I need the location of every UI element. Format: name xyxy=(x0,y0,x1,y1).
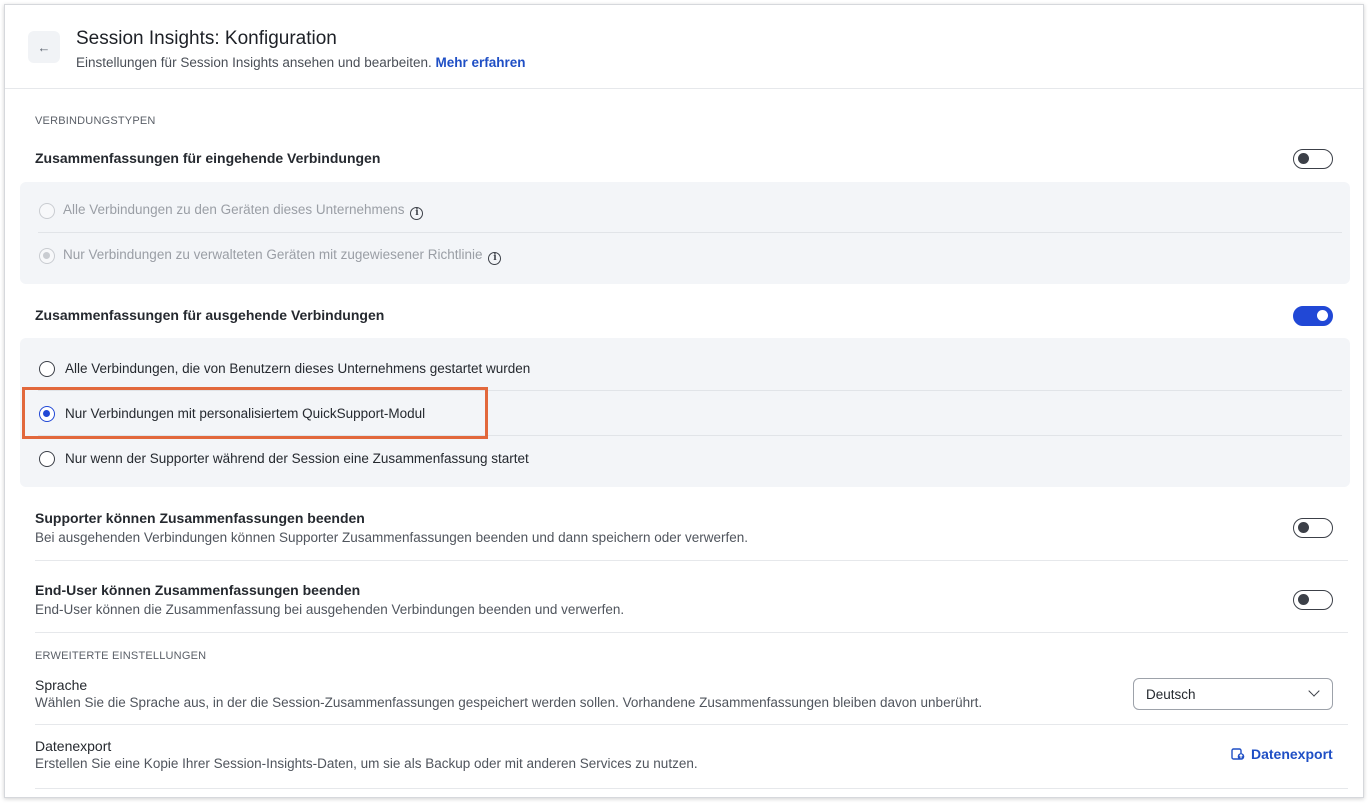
arrow-left-icon: ← xyxy=(37,39,51,55)
outgoing-option-all: Alle Verbindungen, die von Benutzern die… xyxy=(20,346,1350,391)
section-label-connection-types: VERBINDUNGSTYPEN xyxy=(35,115,156,127)
language-title: Sprache xyxy=(35,677,88,693)
export-link[interactable]: Datenexport xyxy=(1231,746,1333,762)
incoming-summaries-toggle[interactable] xyxy=(1293,149,1333,169)
incoming-options-panel: Alle Verbindungen zu den Geräten dieses … xyxy=(20,182,1350,284)
export-link-label: Datenexport xyxy=(1251,746,1333,762)
supporter-end-toggle[interactable] xyxy=(1293,518,1333,538)
enduser-end-title: End-User können Zusammenfassungen beende… xyxy=(35,582,361,598)
export-icon xyxy=(1231,748,1245,760)
export-title: Datenexport xyxy=(35,738,112,754)
radio-outgoing-supporter-started[interactable] xyxy=(39,450,55,467)
incoming-summaries-title: Zusammenfassungen für eingehende Verbind… xyxy=(35,150,381,166)
chevron-down-icon xyxy=(1308,685,1320,697)
page-header: ← Session Insights: Konfiguration Einste… xyxy=(5,5,1363,89)
subtitle-text: Einstellungen für Session Insights anseh… xyxy=(76,55,432,70)
export-description: Erstellen Sie eine Kopie Ihrer Session-I… xyxy=(35,756,698,771)
divider xyxy=(35,560,1348,561)
outgoing-summaries-toggle[interactable] xyxy=(1293,306,1333,326)
outgoing-option-all-label: Alle Verbindungen, die von Benutzern die… xyxy=(65,361,531,376)
learn-more-link[interactable]: Mehr erfahren xyxy=(436,55,526,70)
highlight-box xyxy=(22,387,488,439)
radio-incoming-all[interactable] xyxy=(39,202,55,219)
radio-incoming-managed[interactable] xyxy=(39,247,55,264)
incoming-option-managed-label: Nur Verbindungen zu verwalteten Geräten … xyxy=(63,246,483,262)
outgoing-option-supporter-started: Nur wenn der Supporter während der Sessi… xyxy=(20,436,1350,481)
divider xyxy=(35,724,1348,725)
incoming-option-all-label: Alle Verbindungen zu den Geräten dieses … xyxy=(63,201,405,217)
page-title: Session Insights: Konfiguration xyxy=(76,28,337,49)
info-icon[interactable]: i xyxy=(410,206,424,220)
supporter-end-title: Supporter können Zusammenfassungen beend… xyxy=(35,510,365,526)
info-icon[interactable]: i xyxy=(488,251,502,265)
outgoing-option-supporter-started-label: Nur wenn der Supporter während der Sessi… xyxy=(65,451,529,466)
divider xyxy=(35,788,1348,789)
divider xyxy=(35,632,1348,633)
language-select[interactable]: Deutsch xyxy=(1133,678,1333,710)
language-description: Wählen Sie die Sprache aus, in der die S… xyxy=(35,695,983,710)
incoming-option-all: Alle Verbindungen zu den Geräten dieses … xyxy=(20,188,1350,233)
supporter-end-description: Bei ausgehenden Verbindungen können Supp… xyxy=(35,530,749,545)
section-label-advanced: ERWEITERTE EINSTELLUNGEN xyxy=(35,650,207,662)
back-button[interactable]: ← xyxy=(28,31,60,63)
settings-window: ← Session Insights: Konfiguration Einste… xyxy=(4,4,1364,798)
radio-outgoing-all[interactable] xyxy=(39,360,55,377)
page-subtitle: Einstellungen für Session Insights anseh… xyxy=(76,55,526,70)
incoming-option-managed: Nur Verbindungen zu verwalteten Geräten … xyxy=(20,233,1350,278)
enduser-end-toggle[interactable] xyxy=(1293,590,1333,610)
outgoing-summaries-title: Zusammenfassungen für ausgehende Verbind… xyxy=(35,307,385,323)
language-select-value: Deutsch xyxy=(1146,687,1196,702)
enduser-end-description: End-User können die Zusammenfassung bei … xyxy=(35,602,625,617)
